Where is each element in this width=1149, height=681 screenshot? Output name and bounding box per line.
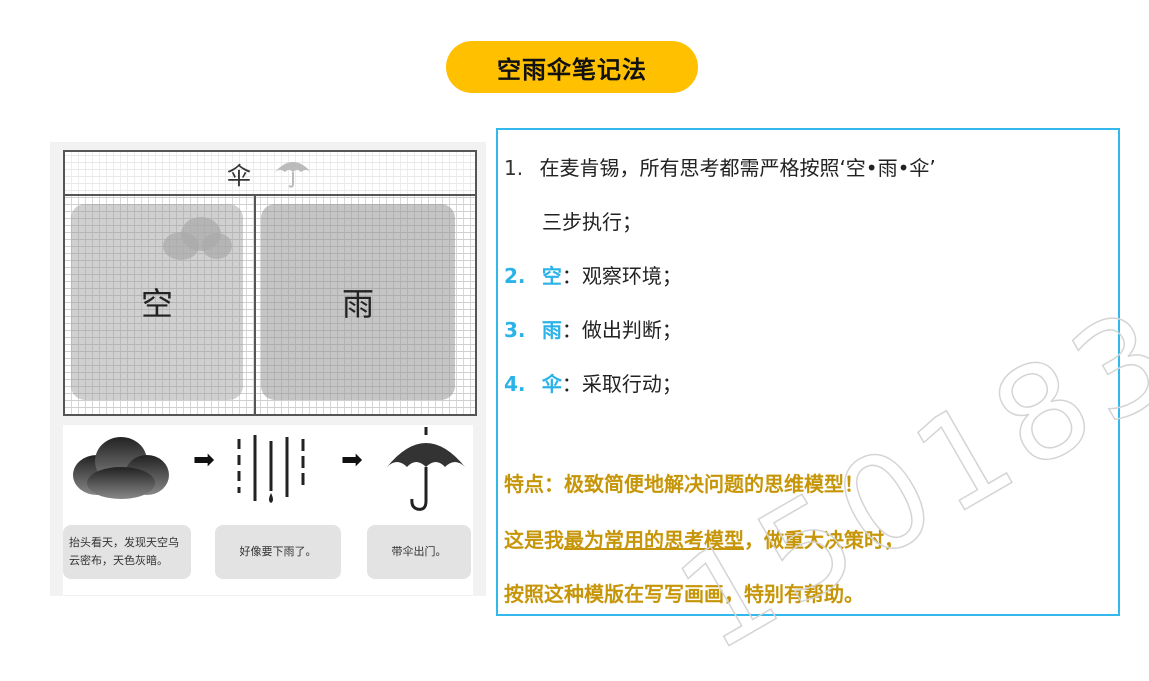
caption-rain: 好像要下雨了。 xyxy=(215,525,341,579)
point-1-line-2: 三步执行； xyxy=(542,210,642,234)
arrow-icon: ➡ xyxy=(193,445,215,475)
umbrella-icon xyxy=(275,162,311,188)
rain-cell: 雨 xyxy=(261,204,455,400)
dark-cloud-icon xyxy=(73,437,169,499)
cloud-icon xyxy=(163,217,232,260)
highlight-usage: 这是我最为常用的思考模型，做重大决策时， xyxy=(504,528,904,552)
point-3: 3. 雨：做出判断； xyxy=(504,318,682,342)
highlight-feature: 特点：极致简便地解决问题的思维模型！ xyxy=(504,472,864,496)
caption-umbrella: 带伞出门。 xyxy=(367,525,471,579)
point-1-line-1: 1. 在麦肯锡，所有思考都需严格按照‘空•雨•伞’ xyxy=(504,156,936,180)
point-2: 2. 空：观察环境； xyxy=(504,264,682,288)
steps-strip: ➡ ➡ 抬头看天，发现天空乌云密布，天色灰暗。 好像要下雨了。 带伞出门。 xyxy=(63,425,473,595)
sheet-header: 伞 xyxy=(65,152,475,196)
notes-box: 1. 在麦肯锡，所有思考都需严格按照‘空•雨•伞’ 三步执行； 2. 空：观察环… xyxy=(496,128,1120,616)
page-title: 空雨伞笔记法 xyxy=(446,41,698,93)
rain-char: 雨 xyxy=(341,285,374,323)
caption-sky: 抬头看天，发现天空乌云密布，天色灰暗。 xyxy=(63,525,191,579)
rain-icon xyxy=(237,435,305,503)
umbrella-char: 伞 xyxy=(227,161,251,190)
sheet-divider xyxy=(254,196,256,414)
grid-sheet: 伞 空 雨 xyxy=(63,150,477,416)
sky-char: 空 xyxy=(140,285,173,323)
highlight-tip: 按照这种模版在写写画画，特别有帮助。 xyxy=(504,582,864,606)
umbrella-icon xyxy=(387,427,465,511)
umbrella-method-illustration: 伞 空 雨 ➡ ➡ 抬头看天，发现天空乌云密布，天色灰暗。 好像要下雨了。 带伞… xyxy=(50,142,486,596)
point-4: 4. 伞：采取行动； xyxy=(504,372,682,396)
arrow-icon: ➡ xyxy=(341,445,363,475)
